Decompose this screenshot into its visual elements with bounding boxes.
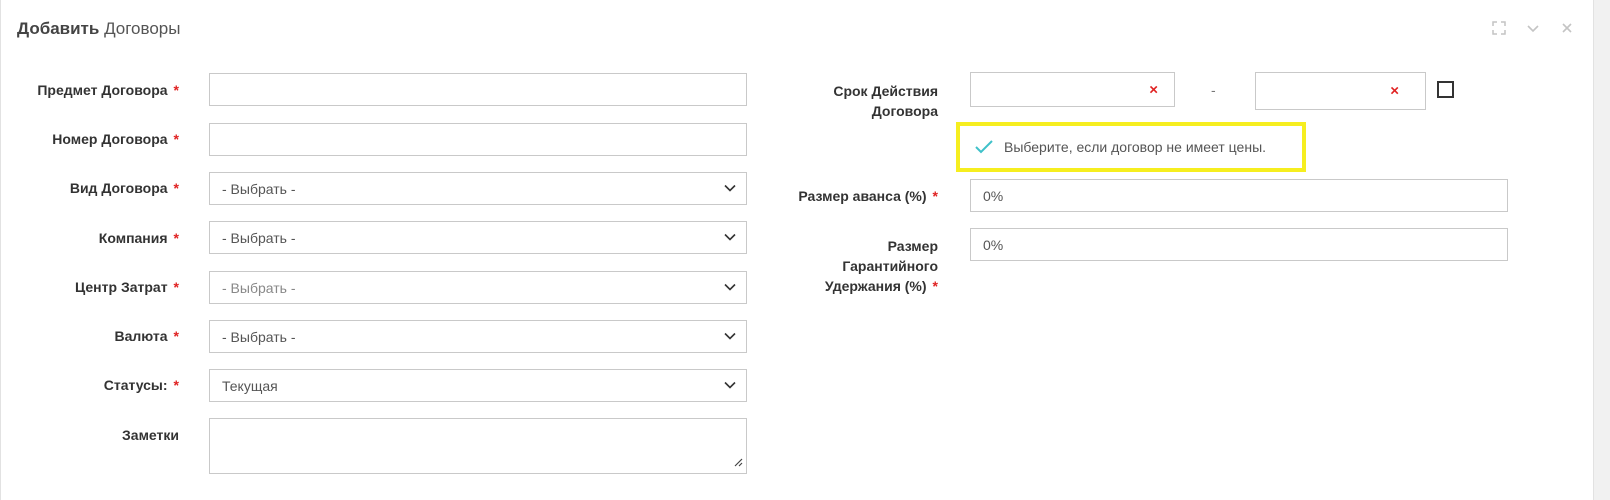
- cost-center-value: - Выбрать -: [222, 279, 296, 296]
- subject-input[interactable]: [209, 73, 747, 106]
- retention-value: 0%: [983, 236, 1004, 253]
- chevron-down-icon[interactable]: [1525, 20, 1541, 36]
- required-mark: *: [173, 328, 179, 344]
- required-mark: *: [173, 230, 179, 246]
- currency-label: Валюта *: [23, 326, 180, 346]
- required-mark: *: [173, 180, 179, 196]
- notes-label-text: Заметки: [122, 427, 179, 443]
- fullscreen-icon[interactable]: [1491, 20, 1507, 36]
- company-label-text: Компания: [98, 230, 168, 246]
- type-value: - Выбрать -: [222, 180, 296, 197]
- required-mark: *: [932, 188, 938, 204]
- clear-end-icon[interactable]: ×: [1390, 83, 1399, 100]
- check-icon: [974, 139, 994, 155]
- resize-handle-icon[interactable]: [733, 454, 743, 470]
- status-label: Статусы: *: [23, 375, 179, 395]
- currency-select[interactable]: - Выбрать -: [209, 320, 747, 353]
- type-select[interactable]: - Выбрать -: [209, 172, 747, 205]
- number-label: Номер Договора *: [23, 129, 179, 149]
- retention-label-line3: Удержания (%): [824, 278, 927, 294]
- no-price-hint-text: Выберите, если договор не имеет цены.: [1004, 139, 1267, 155]
- number-input[interactable]: [209, 123, 747, 156]
- cost-center-label: Центр Затрат *: [23, 277, 179, 297]
- chevron-down-icon: [723, 279, 737, 296]
- advance-label: Размер аванса (%) *: [771, 186, 938, 206]
- advance-value: 0%: [983, 187, 1004, 204]
- no-price-hint-highlight: Выберите, если договор не имеет цены.: [956, 122, 1306, 172]
- close-icon[interactable]: [1559, 20, 1575, 36]
- number-label-text: Номер Договора: [52, 131, 168, 147]
- status-label-text: Статусы:: [103, 377, 168, 393]
- notes-label: Заметки: [23, 425, 179, 445]
- term-separator: -: [1211, 82, 1216, 98]
- company-label: Компания *: [23, 228, 179, 248]
- term-start-input[interactable]: ×: [970, 72, 1175, 107]
- cost-center-select[interactable]: - Выбрать -: [209, 271, 747, 304]
- retention-label-line2: Гарантийного: [842, 258, 938, 274]
- retention-label-line1: Размер: [887, 238, 938, 254]
- required-mark: *: [173, 279, 179, 295]
- advance-input[interactable]: 0%: [970, 179, 1508, 212]
- required-mark: *: [932, 278, 938, 294]
- required-mark: *: [173, 377, 179, 393]
- subject-label-text: Предмет Договора: [37, 82, 168, 98]
- panel-header: Добавить Договоры: [1, 0, 1593, 58]
- no-price-checkbox[interactable]: [1437, 81, 1454, 98]
- required-mark: *: [173, 82, 179, 98]
- currency-value: - Выбрать -: [222, 328, 296, 345]
- retention-input[interactable]: 0%: [970, 228, 1508, 261]
- retention-label: Размер Гарантийного Удержания (%) *: [771, 236, 938, 296]
- clear-start-icon[interactable]: ×: [1149, 81, 1158, 98]
- term-label-line2: Договора: [871, 103, 938, 119]
- chevron-down-icon: [723, 377, 737, 394]
- type-label: Вид Договора *: [23, 178, 179, 198]
- panel-title-entity: Договоры: [99, 19, 181, 38]
- status-value: Текущая: [222, 377, 278, 394]
- advance-label-text: Размер аванса (%): [798, 188, 927, 204]
- cost-center-label-text: Центр Затрат: [75, 279, 168, 295]
- type-label-text: Вид Договора: [69, 180, 168, 196]
- chevron-down-icon: [723, 229, 737, 246]
- term-label: Срок Действия Договора: [781, 81, 938, 121]
- required-mark: *: [173, 131, 179, 147]
- status-select[interactable]: Текущая: [209, 369, 747, 402]
- term-label-line1: Срок Действия: [833, 83, 938, 99]
- term-end-input[interactable]: ×: [1255, 72, 1426, 110]
- chevron-down-icon: [723, 180, 737, 197]
- currency-label-text: Валюта: [114, 328, 168, 344]
- notes-textarea[interactable]: [209, 418, 747, 474]
- company-value: - Выбрать -: [222, 229, 296, 246]
- panel-title: Добавить Договоры: [17, 19, 180, 39]
- add-contract-panel: Добавить Договоры Предмет Договора * Номе…: [0, 0, 1594, 500]
- company-select[interactable]: - Выбрать -: [209, 221, 747, 254]
- panel-title-action: Добавить: [17, 19, 100, 38]
- panel-tools: [1491, 20, 1575, 36]
- subject-label: Предмет Договора *: [23, 80, 179, 100]
- chevron-down-icon: [723, 328, 737, 345]
